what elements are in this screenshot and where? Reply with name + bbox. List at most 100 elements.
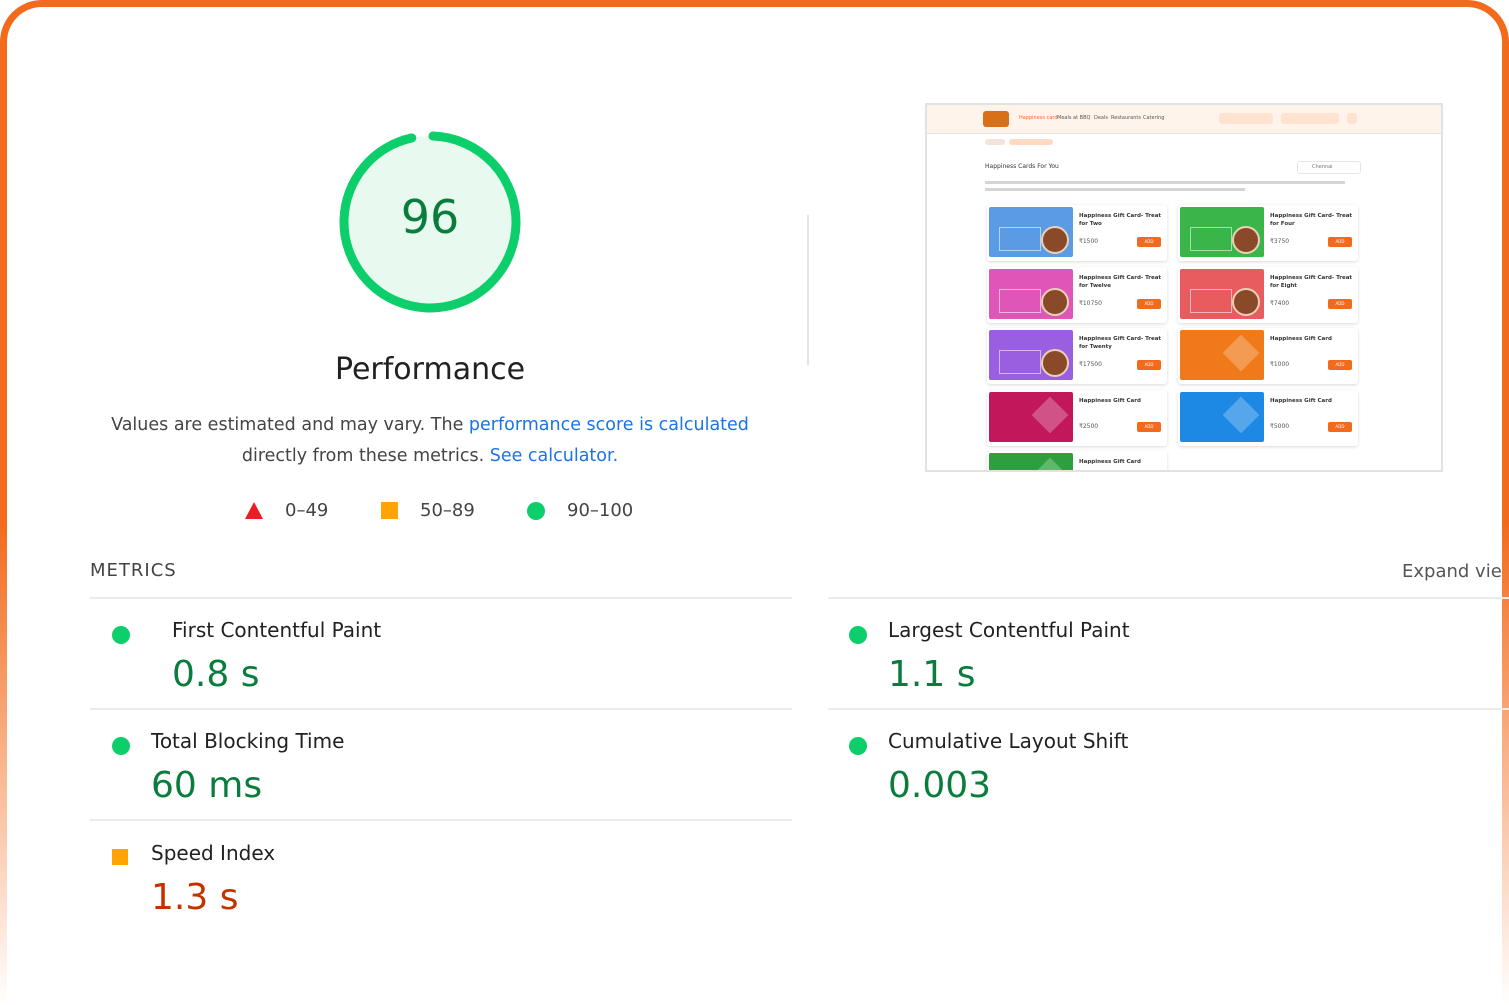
page-screenshot-thumbnail[interactable]: Happiness card Meals at BBQ Deals Restau… bbox=[925, 103, 1443, 472]
divider bbox=[807, 215, 809, 365]
thumb-gift-card: Happiness Gift Card- Treat for Twelve ₹10… bbox=[987, 266, 1167, 323]
metric-value: 60 ms bbox=[151, 765, 263, 806]
thumb-card-image bbox=[1180, 207, 1264, 257]
metric-value: 0.8 s bbox=[172, 654, 260, 695]
thumb-nav-item: Happiness card bbox=[1019, 115, 1058, 121]
thumb-add-button: ADD bbox=[1137, 298, 1161, 309]
metric-value: 1.1 s bbox=[888, 654, 976, 695]
square-icon bbox=[381, 502, 398, 519]
thumb-card-price: ₹3750 bbox=[1270, 238, 1290, 245]
average-square-icon bbox=[112, 849, 128, 865]
thumb-add-button: ADD bbox=[1137, 237, 1161, 247]
pass-circle-icon bbox=[112, 737, 130, 755]
divider bbox=[828, 597, 1509, 599]
thumb-gift-card: Happiness Gift Card- Treat for Four ₹3750… bbox=[1178, 205, 1358, 261]
metric-cumulative-layout-shift: Cumulative Layout Shift 0.003 bbox=[849, 729, 1509, 829]
thumb-nav-button bbox=[1281, 113, 1339, 124]
legend-fail: 0–49 bbox=[245, 500, 328, 521]
thumb-logo bbox=[983, 111, 1009, 127]
thumb-add-button: ADD bbox=[1328, 237, 1352, 247]
thumb-card-price: ₹10750 bbox=[1079, 299, 1102, 307]
thumb-gift-card: Happiness Gift Card- Treat for Two ₹1500 A… bbox=[987, 205, 1167, 261]
frame-fade bbox=[0, 520, 10, 1005]
desc-text: directly from these metrics. bbox=[241, 446, 490, 466]
thumb-gift-card: Happiness Gift Card ₹1000 ADD bbox=[1178, 328, 1358, 384]
thumb-card-image bbox=[1180, 268, 1264, 319]
thumb-add-button: ADD bbox=[1328, 298, 1352, 309]
triangle-icon bbox=[245, 502, 263, 519]
thumb-text-line bbox=[985, 188, 1245, 191]
thumb-card-image bbox=[989, 330, 1073, 380]
thumb-navbar: Happiness card Meals at BBQ Deals Restau… bbox=[927, 105, 1441, 134]
legend-average: 50–89 bbox=[381, 500, 475, 521]
thumb-text-line bbox=[985, 181, 1345, 184]
thumb-card-price: ₹1000 bbox=[1270, 361, 1290, 368]
metrics-heading: METRICS bbox=[90, 560, 177, 581]
thumb-card-title: Happiness Gift Card bbox=[1270, 336, 1332, 342]
thumb-add-button: ADD bbox=[1328, 360, 1352, 370]
thumb-card-image bbox=[989, 453, 1073, 470]
thumb-card-image bbox=[1180, 391, 1264, 442]
score-calculated-link[interactable]: performance score is calculated bbox=[469, 415, 749, 435]
thumb-breadcrumb bbox=[1009, 139, 1053, 145]
metric-label: First Contentful Paint bbox=[172, 618, 382, 642]
thumb-card-title: Happiness Gift Card- Treat for Twenty bbox=[1079, 336, 1162, 350]
thumb-nav-item: Catering bbox=[1143, 115, 1165, 121]
thumb-heading: Happiness Cards For You bbox=[985, 163, 1059, 170]
thumb-add-button: ADD bbox=[1137, 421, 1161, 432]
divider bbox=[828, 708, 1509, 710]
thumb-card-image bbox=[1180, 330, 1264, 380]
metric-label: Cumulative Layout Shift bbox=[888, 729, 1129, 753]
pass-circle-icon bbox=[849, 737, 867, 755]
thumb-card-price: ₹5000 bbox=[1270, 422, 1290, 430]
thumb-gift-card: Happiness Gift Card ₹5000 ADD bbox=[1178, 389, 1358, 446]
metric-value: 1.3 s bbox=[151, 877, 239, 918]
metric-first-contentful-paint: First Contentful Paint 0.8 s bbox=[112, 618, 792, 718]
divider bbox=[90, 597, 792, 599]
thumb-add-button: ADD bbox=[1328, 421, 1352, 432]
thumb-card-title: Happiness Gift Card- Treat for Twelve bbox=[1079, 274, 1162, 289]
score-legend: 0–49 50–89 90–100 bbox=[0, 500, 860, 530]
metric-label: Largest Contentful Paint bbox=[888, 618, 1130, 642]
pass-circle-icon bbox=[849, 626, 867, 644]
thumb-nav-item: Meals at BBQ bbox=[1057, 115, 1091, 121]
expand-view-toggle[interactable]: Expand vie bbox=[1402, 561, 1502, 582]
thumb-card-title: Happiness Gift Card bbox=[1079, 397, 1141, 404]
thumb-menu-icon bbox=[1347, 113, 1357, 124]
thumb-card-image bbox=[989, 207, 1073, 257]
thumb-gift-card: Happiness Gift Card- Treat for Eight ₹740… bbox=[1178, 266, 1358, 323]
performance-title: Performance bbox=[334, 352, 526, 387]
thumb-card-image bbox=[989, 268, 1073, 319]
thumb-nav-button bbox=[1219, 113, 1273, 124]
divider bbox=[90, 708, 792, 710]
metric-total-blocking-time: Total Blocking Time 60 ms bbox=[112, 729, 792, 829]
metric-value: 0.003 bbox=[888, 765, 992, 806]
legend-fail-label: 0–49 bbox=[285, 500, 329, 521]
thumb-card-price: ₹2500 bbox=[1079, 422, 1099, 430]
legend-pass: 90–100 bbox=[527, 500, 633, 521]
thumb-add-button: ADD bbox=[1137, 360, 1161, 370]
thumb-card-price: ₹7400 bbox=[1270, 299, 1290, 307]
pass-circle-icon bbox=[112, 626, 130, 644]
thumb-card-title: Happiness Gift Card- Treat for Eight bbox=[1270, 274, 1353, 289]
legend-average-label: 50–89 bbox=[420, 500, 475, 521]
thumb-gift-card: Happiness Gift Card bbox=[987, 451, 1167, 470]
desc-text: Values are estimated and may vary. The bbox=[111, 415, 469, 435]
thumb-city-select: Chennai bbox=[1297, 161, 1361, 174]
thumb-card-title: Happiness Gift Card bbox=[1270, 397, 1332, 404]
thumb-card-title: Happiness Gift Card- Treat for Four bbox=[1270, 213, 1353, 227]
thumb-city: Chennai bbox=[1312, 164, 1333, 170]
thumb-card-price: ₹1500 bbox=[1079, 238, 1099, 245]
performance-score: 96 bbox=[400, 190, 460, 244]
metric-label: Speed Index bbox=[151, 841, 276, 865]
metric-speed-index: Speed Index 1.3 s bbox=[112, 841, 792, 941]
thumb-card-title: Happiness Gift Card- Treat for Two bbox=[1079, 213, 1162, 227]
metric-largest-contentful-paint: Largest Contentful Paint 1.1 s bbox=[849, 618, 1509, 718]
metric-label: Total Blocking Time bbox=[151, 729, 345, 753]
thumb-card-price: ₹17500 bbox=[1079, 361, 1102, 368]
see-calculator-link[interactable]: See calculator. bbox=[490, 446, 618, 466]
thumb-gift-card: Happiness Gift Card ₹2500 ADD bbox=[987, 389, 1167, 446]
thumb-nav-item: Deals bbox=[1094, 115, 1108, 121]
thumb-breadcrumb bbox=[985, 139, 1005, 145]
thumb-card-title: Happiness Gift Card bbox=[1079, 459, 1141, 465]
